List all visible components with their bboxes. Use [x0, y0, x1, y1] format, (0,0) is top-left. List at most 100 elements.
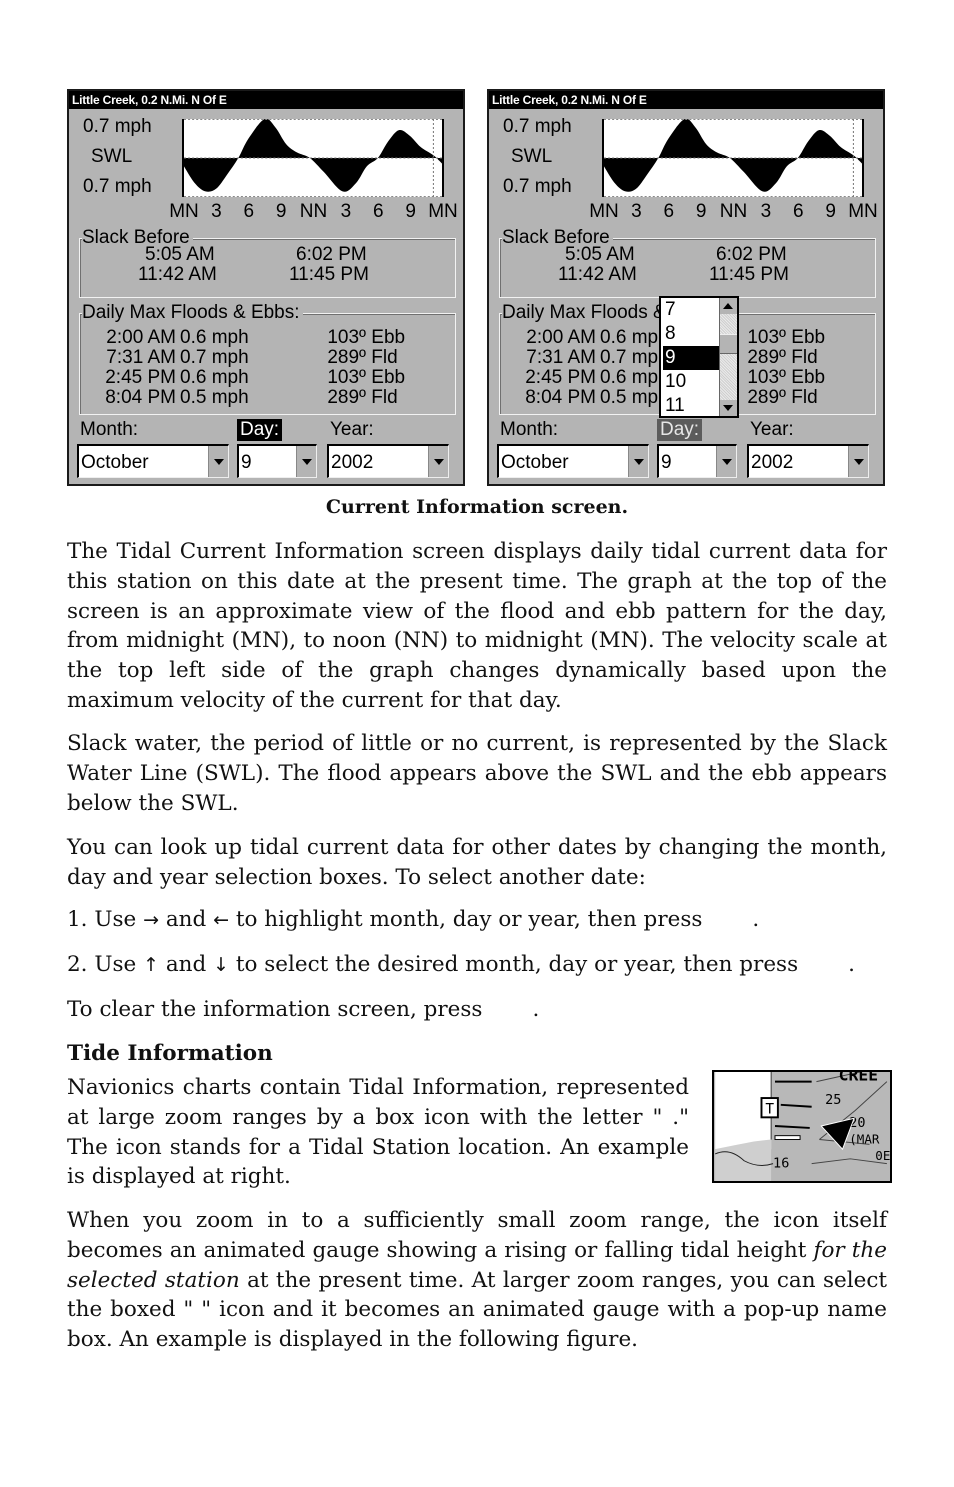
- year-select[interactable]: 2002: [327, 444, 449, 478]
- flood-degrees: 103º: [327, 327, 366, 348]
- flood-time: 2:00 AM: [106, 327, 176, 348]
- x-tick-label: MN: [428, 201, 458, 222]
- step-text: and: [158, 907, 214, 932]
- day-option[interactable]: 8: [663, 322, 721, 346]
- x-tick-label: 9: [275, 201, 287, 222]
- month-select[interactable]: October: [77, 444, 229, 478]
- pier-line: [780, 1103, 812, 1108]
- paragraph-intro: The Tidal Current Information screen dis…: [67, 539, 887, 713]
- scroll-up-icon[interactable]: [720, 298, 737, 314]
- x-tick-label: MN: [169, 201, 199, 222]
- day-value: 9: [241, 452, 252, 473]
- month-label: Month:: [500, 419, 559, 440]
- flood-direction: 103º Ebb: [738, 328, 856, 348]
- x-tick-label: 9: [695, 201, 707, 222]
- day-select[interactable]: 9: [237, 444, 317, 478]
- station-title: Little Creek, 0.2 N.Mi. N Of E: [489, 91, 883, 109]
- day-option[interactable]: 7: [663, 298, 721, 322]
- step-period: .: [752, 907, 760, 932]
- tide-current-graph: [182, 119, 444, 197]
- step-2: 2. Use ↑ and ↓ to select the desired mon…: [67, 952, 855, 977]
- flood-speed: 0.7 mph: [180, 347, 249, 368]
- flood-degrees: 103º: [327, 367, 366, 388]
- map-label: (MAR: [849, 1131, 880, 1146]
- day-option[interactable]: 10: [663, 370, 721, 394]
- map-label: 16: [773, 1155, 789, 1171]
- chevron-down-icon[interactable]: [428, 446, 448, 477]
- flood-ebb-row: 2:45 PM 0.6 mph 103º Ebb: [86, 367, 405, 388]
- flood-time: 8:04 PM: [105, 387, 176, 408]
- flood-direction: 289º Fld: [738, 388, 856, 408]
- graph-x-axis: MN 3 6 9 NN 3 6 9 MN: [586, 201, 881, 223]
- flood-type: Fld: [791, 387, 818, 408]
- map-illustration: T CREE 25 20 (MAR 0E 16: [714, 1072, 890, 1181]
- step-text: To clear the information screen, press: [67, 997, 483, 1022]
- flood-time: 2:45 PM: [105, 367, 176, 388]
- dropdown-scrollbar[interactable]: [719, 298, 737, 416]
- chevron-down-icon[interactable]: [296, 446, 316, 477]
- flood-direction: 103º Ebb: [738, 368, 856, 388]
- velocity-min-label: 0.7 mph: [503, 176, 572, 197]
- slack-time: 11:42 AM: [138, 264, 217, 285]
- month-label: Month:: [80, 419, 139, 440]
- flood-degrees: 289º: [747, 387, 786, 408]
- step-text: and: [158, 952, 214, 977]
- x-tick-label: NN: [299, 201, 328, 222]
- flood-speed: 0.6 mph: [180, 367, 249, 388]
- day-value: 9: [661, 452, 672, 473]
- day-dropdown-list[interactable]: 7 8 9 10 11: [659, 296, 739, 418]
- x-tick-label: 3: [760, 201, 772, 222]
- pier-line: [774, 1125, 810, 1129]
- day-label: Day:: [657, 419, 703, 441]
- year-value: 2002: [751, 452, 794, 473]
- flood-degrees: 103º: [747, 367, 786, 388]
- flood-degrees: 289º: [747, 347, 786, 368]
- tidal-station-map-example: T CREE 25 20 (MAR 0E 16: [712, 1070, 892, 1183]
- x-tick-label: 6: [372, 201, 384, 222]
- velocity-max-label: 0.7 mph: [503, 116, 572, 137]
- arrow-right-icon: →: [143, 909, 159, 931]
- day-select[interactable]: 9: [657, 444, 737, 478]
- x-tick-label: 6: [792, 201, 804, 222]
- step-text: 1. Use: [67, 907, 144, 932]
- x-tick-label: 3: [631, 201, 642, 222]
- month-select[interactable]: October: [497, 444, 649, 478]
- flood-type: Ebb: [791, 327, 826, 348]
- clear-instruction: To clear the information screen, press.: [67, 997, 539, 1022]
- flood-ebb-row: 2:00 AM 0.6 mph 103º Ebb: [86, 327, 405, 348]
- flood-direction: 289º Fld: [318, 348, 436, 368]
- flood-degrees: 289º: [327, 347, 366, 368]
- arrow-down-icon: ↓: [213, 954, 230, 976]
- day-option[interactable]: 9: [663, 346, 721, 370]
- arrow-up-icon: ↑: [143, 954, 159, 976]
- swl-label: SWL: [91, 146, 133, 167]
- flood-type: Ebb: [791, 367, 826, 388]
- section-heading-tide-information: Tide Information: [67, 1041, 273, 1066]
- flood-time: 7:31 AM: [106, 347, 176, 368]
- step-text: to highlight month, day or year, then pr…: [229, 907, 703, 932]
- daily-max-floods-ebbs-group: Daily Max Floods & Ebbs: 2:00 AM 0.6 mph 1…: [79, 302, 456, 415]
- pier-line: [774, 1135, 801, 1141]
- flood-direction: 289º Fld: [318, 388, 436, 408]
- slack-time: 11:45 PM: [709, 264, 789, 285]
- scroll-down-icon[interactable]: [720, 400, 737, 416]
- graph-x-axis: MN 3 6 9 NN 3 6 9 MN: [166, 201, 461, 223]
- x-tick-label: 3: [340, 201, 352, 222]
- year-select[interactable]: 2002: [747, 444, 869, 478]
- current-velocity-area: [184, 119, 442, 192]
- chevron-down-icon[interactable]: [628, 446, 648, 477]
- paragraph-tide-icon: Navionics charts contain Tidal Informati…: [67, 1075, 689, 1190]
- day-option[interactable]: 11: [663, 394, 721, 418]
- x-tick-label: NN: [719, 201, 748, 222]
- chevron-down-icon[interactable]: [716, 446, 736, 477]
- flood-direction: 289º Fld: [738, 348, 856, 368]
- chevron-down-icon[interactable]: [848, 446, 868, 477]
- x-tick-label: 3: [211, 201, 222, 222]
- scrollbar-thumb[interactable]: [720, 334, 737, 354]
- slack-time: 11:42 AM: [558, 264, 637, 285]
- slack-time: 5:05 AM: [565, 244, 635, 265]
- chevron-down-icon[interactable]: [208, 446, 228, 477]
- flood-type: Fld: [791, 347, 818, 368]
- year-label: Year:: [330, 419, 374, 440]
- swl-label: SWL: [511, 146, 553, 167]
